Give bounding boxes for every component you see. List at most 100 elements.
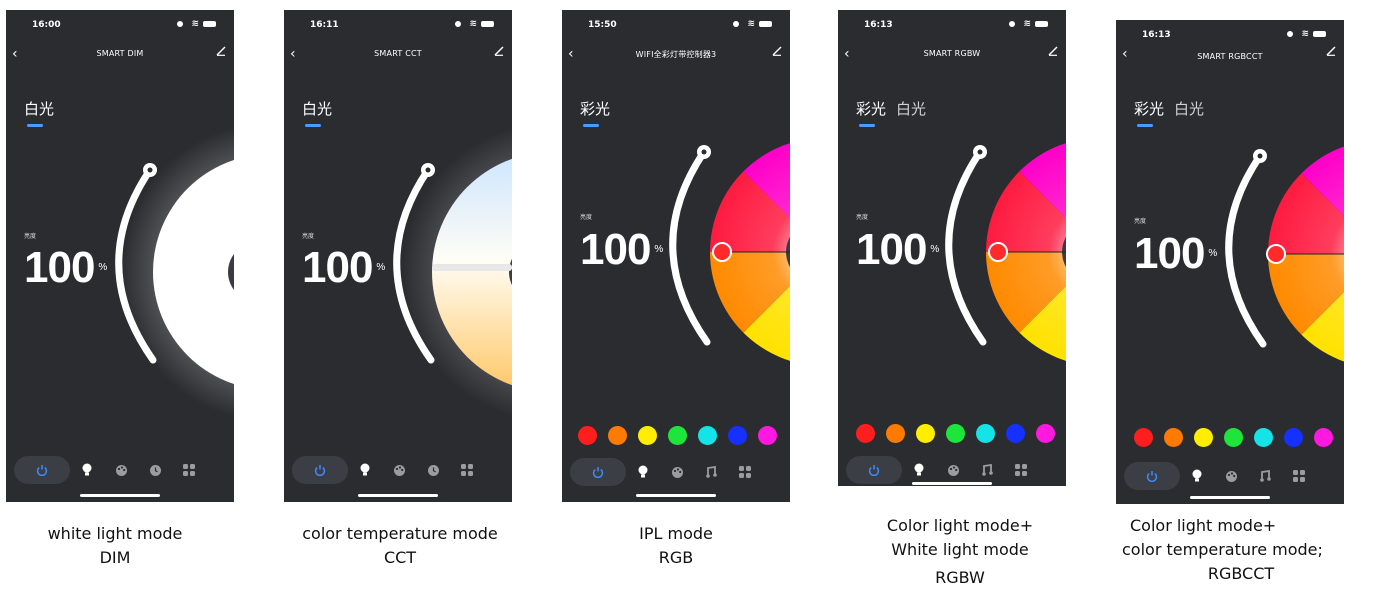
brightness-label: 亮度: [856, 214, 869, 221]
tab-white-light[interactable]: 白光: [302, 98, 332, 127]
timer-button[interactable]: [138, 464, 172, 477]
status-time: 16:00: [32, 20, 61, 30]
clock-icon: [427, 464, 439, 476]
swatch-magenta[interactable]: [758, 426, 777, 445]
color-swatches: [856, 424, 1055, 443]
mode-tabs: 彩光 白光: [856, 98, 926, 127]
color-picker-handle: [712, 242, 732, 262]
home-indicator: [80, 494, 160, 497]
swatch-green[interactable]: [1224, 428, 1243, 447]
swatch-orange[interactable]: [1164, 428, 1183, 447]
swatch-orange[interactable]: [886, 424, 905, 443]
swatch-blue[interactable]: [1006, 424, 1025, 443]
power-button[interactable]: [14, 456, 70, 484]
power-button[interactable]: [1124, 462, 1180, 490]
grid-icon: [1293, 470, 1305, 482]
swatch-cyan[interactable]: [698, 426, 717, 445]
color-picker-handle: [1266, 244, 1286, 264]
edit-icon[interactable]: [1048, 46, 1058, 56]
status-bar: 16:13 ≋: [1116, 20, 1344, 44]
edit-icon[interactable]: [494, 46, 504, 56]
white-mode-button[interactable]: [1180, 469, 1214, 483]
edit-icon[interactable]: [216, 46, 226, 56]
swatch-yellow[interactable]: [916, 424, 935, 443]
battery-icon: [1035, 21, 1048, 27]
nav-bar: ‹ SMART DIM: [6, 44, 234, 68]
brightness-unit: %: [930, 244, 939, 255]
tab-color-light[interactable]: 彩光: [580, 98, 610, 127]
music-button[interactable]: [694, 466, 728, 478]
more-button[interactable]: [1282, 470, 1316, 482]
swatch-orange[interactable]: [608, 426, 627, 445]
white-mode-button[interactable]: [348, 463, 382, 477]
grid-icon: [461, 464, 473, 476]
swatch-magenta[interactable]: [1036, 424, 1055, 443]
swatch-green[interactable]: [668, 426, 687, 445]
swatch-red[interactable]: [856, 424, 875, 443]
brightness-readout: 100%: [1134, 232, 1217, 276]
swatch-blue[interactable]: [728, 426, 747, 445]
brightness-value: 100: [24, 243, 95, 292]
tab-color-light[interactable]: 彩光: [1134, 98, 1164, 127]
wifi-icon: ≋: [469, 19, 477, 29]
bulb-icon: [1192, 469, 1202, 482]
bottom-bar: [14, 456, 226, 484]
swatch-green[interactable]: [946, 424, 965, 443]
swatch-cyan[interactable]: [1254, 428, 1273, 447]
power-button[interactable]: [846, 456, 902, 484]
more-button[interactable]: [728, 466, 762, 478]
caption-cct: color temperature mode CCT: [285, 522, 515, 570]
white-mode-button[interactable]: [902, 463, 936, 477]
timer-button[interactable]: [416, 464, 450, 477]
power-icon: [592, 467, 604, 478]
swatch-yellow[interactable]: [638, 426, 657, 445]
music-button[interactable]: [1248, 470, 1282, 482]
tab-color-light[interactable]: 彩光: [856, 98, 886, 127]
palette-icon: [115, 464, 127, 476]
more-button[interactable]: [1004, 464, 1038, 476]
tab-white-light[interactable]: 白光: [1174, 98, 1204, 119]
caption-rgbcct: Color light mode+ color temperature mode…: [1116, 514, 1366, 586]
white-mode-button[interactable]: [626, 465, 660, 479]
more-button[interactable]: [450, 464, 484, 476]
swatch-red[interactable]: [1134, 428, 1153, 447]
white-mode-button[interactable]: [70, 463, 104, 477]
scene-button[interactable]: [104, 464, 138, 477]
music-button[interactable]: [970, 464, 1004, 476]
nav-bar: ‹ WIFI全彩灯带控制器3: [562, 44, 790, 68]
caption-dim: white light mode DIM: [15, 522, 215, 570]
power-icon: [36, 465, 48, 476]
mode-tabs: 白光: [24, 98, 54, 127]
tab-white-light[interactable]: 白光: [24, 98, 54, 127]
nav-bar: ‹ SMART CCT: [284, 44, 512, 68]
bottom-bar: [1124, 462, 1336, 490]
mode-tabs: 白光: [302, 98, 332, 127]
power-button[interactable]: [570, 458, 626, 486]
swatch-yellow[interactable]: [1194, 428, 1213, 447]
clock-icon: [149, 464, 161, 476]
swatch-magenta[interactable]: [1314, 428, 1333, 447]
scene-button[interactable]: [660, 466, 694, 479]
power-button[interactable]: [292, 456, 348, 484]
swatch-cyan[interactable]: [976, 424, 995, 443]
status-time: 16:13: [1142, 30, 1171, 40]
more-button[interactable]: [172, 464, 206, 476]
battery-icon: [1313, 31, 1326, 37]
scene-button[interactable]: [1214, 470, 1248, 483]
status-bar: 16:00 ≋: [6, 10, 234, 34]
edit-icon[interactable]: [772, 46, 782, 56]
swatch-blue[interactable]: [1284, 428, 1303, 447]
color-swatches: [1134, 428, 1333, 447]
brightness-label: 亮度: [580, 214, 593, 221]
device-title: SMART RGBCCT: [1197, 52, 1263, 61]
status-time: 16:13: [864, 20, 893, 30]
grid-icon: [739, 466, 751, 478]
bottom-bar: [846, 456, 1058, 484]
tab-white-light[interactable]: 白光: [896, 98, 926, 119]
scene-button[interactable]: [936, 464, 970, 477]
scene-button[interactable]: [382, 464, 416, 477]
status-bar: 15:50 ≋: [562, 10, 790, 34]
edit-icon[interactable]: [1326, 46, 1336, 56]
swatch-red[interactable]: [578, 426, 597, 445]
brightness-unit: %: [1208, 248, 1217, 259]
